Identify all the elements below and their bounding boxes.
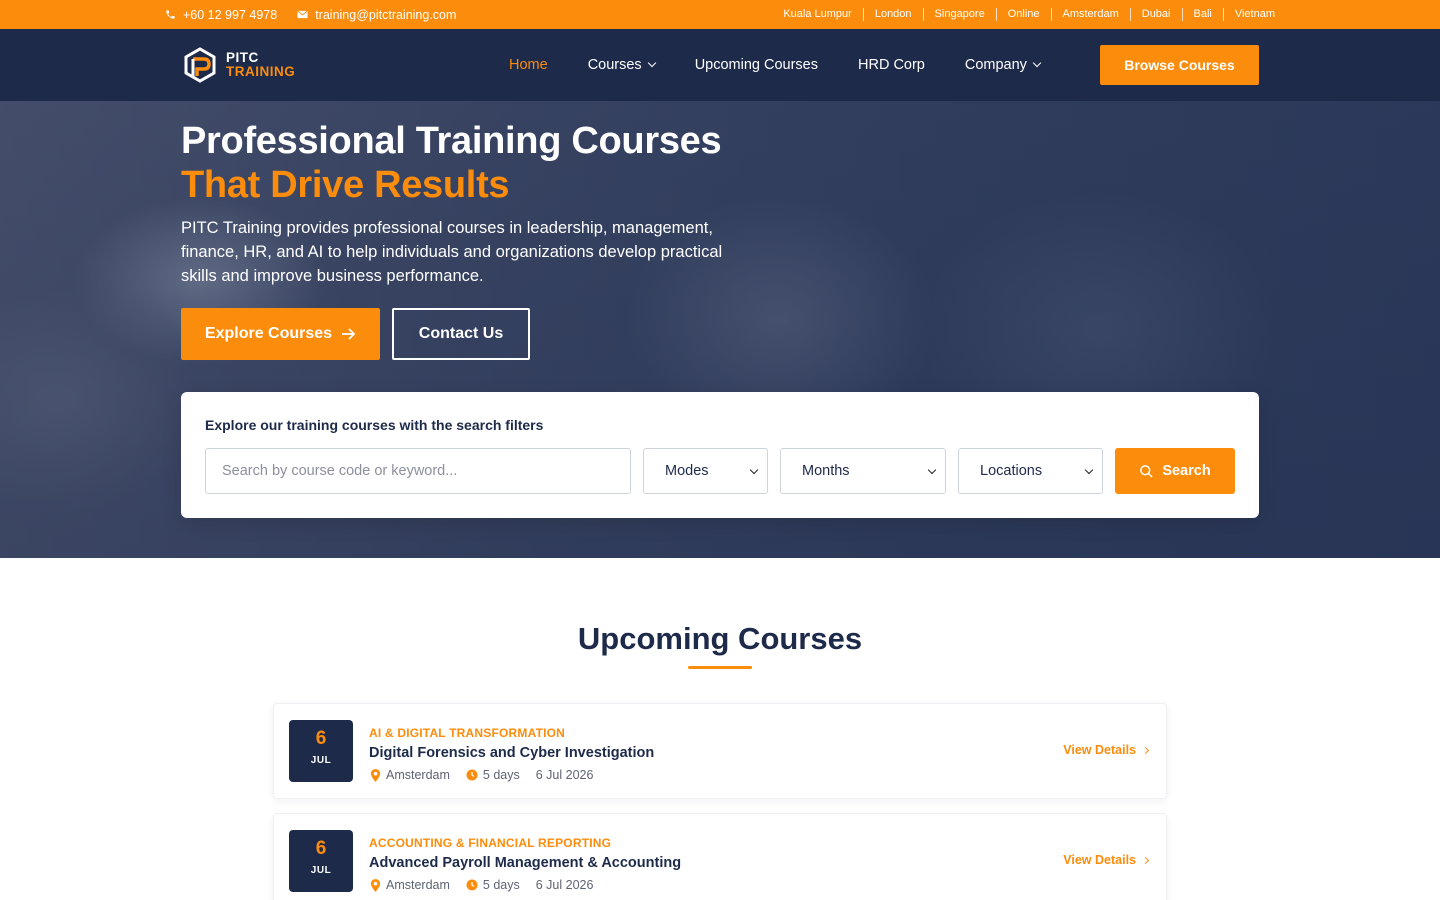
nav-item-courses[interactable]: Courses	[587, 57, 656, 73]
site-logo[interactable]: PITC TRAINING	[182, 45, 295, 85]
view-details-link[interactable]: View Details	[1063, 853, 1150, 867]
search-button[interactable]: Search	[1115, 448, 1235, 494]
location-link-bali[interactable]: Bali	[1181, 8, 1223, 21]
location-link-singapore[interactable]: Singapore	[922, 8, 996, 21]
contact-info: +60 12 997 4978 training@pitctraining.co…	[165, 0, 456, 29]
search-input[interactable]	[205, 448, 631, 494]
search-button-label: Search	[1162, 463, 1211, 479]
view-details-link[interactable]: View Details	[1063, 743, 1150, 757]
contact-us-button[interactable]: Contact Us	[392, 308, 530, 360]
course-category: ACCOUNTING & FINANCIAL REPORTING	[369, 836, 612, 850]
phone-icon	[166, 10, 175, 19]
location-link-online[interactable]: Online	[995, 8, 1051, 21]
view-details-label: View Details	[1063, 743, 1136, 757]
location-link-amsterdam[interactable]: Amsterdam	[1050, 8, 1130, 21]
course-month: JUL	[310, 865, 332, 876]
course-location-text: Amsterdam	[386, 878, 450, 892]
chevron-down-icon	[1032, 58, 1042, 68]
chevron-right-icon	[1141, 856, 1150, 864]
modes-select-value: Modes	[665, 463, 709, 479]
nav-label-upcoming: Upcoming Courses	[694, 57, 818, 73]
course-date-badge: 6 JUL	[289, 720, 353, 782]
course-meta: Amsterdam 5 days 6 Jul 2026	[370, 878, 609, 892]
chevron-down-icon	[927, 465, 937, 475]
search-panel: Explore our training courses with the se…	[181, 392, 1259, 518]
chevron-down-icon	[1084, 465, 1094, 475]
section-title-underline	[688, 666, 752, 669]
email-address: training@pitctraining.com	[315, 7, 457, 22]
location-pin-icon	[370, 768, 381, 782]
hero-title-line-2: That Drive Results	[181, 164, 510, 206]
nav-label-courses: Courses	[587, 57, 642, 73]
hero-section: Professional Training Courses That Drive…	[0, 101, 1440, 558]
nav-item-company[interactable]: Company	[964, 57, 1042, 73]
nav-menu: Home Courses Upcoming Courses HRD Corp C…	[509, 29, 1080, 101]
chevron-right-icon	[1141, 746, 1150, 754]
nav-label-home: Home	[509, 57, 548, 73]
main-nav: PITC TRAINING Home Courses Upcoming Cour…	[0, 29, 1440, 101]
course-card[interactable]: 6 JUL AI & DIGITAL TRANSFORMATION Digita…	[273, 703, 1167, 799]
course-month: JUL	[310, 755, 332, 766]
logo-line-2: TRAINING	[226, 64, 296, 79]
hero-description: PITC Training provides professional cour…	[181, 219, 723, 285]
hero-title-line-1: Professional Training Courses	[181, 120, 722, 162]
course-card[interactable]: 6 JUL ACCOUNTING & FINANCIAL REPORTING A…	[273, 813, 1167, 900]
course-duration: 5 days	[466, 768, 520, 782]
locations-select[interactable]: Locations	[958, 448, 1103, 494]
location-pin-icon	[370, 878, 381, 892]
nav-label-hrd: HRD Corp	[858, 57, 925, 73]
course-location-text: Amsterdam	[386, 768, 450, 782]
clock-icon	[466, 879, 478, 891]
location-link-kuala-lumpur[interactable]: Kuala Lumpur	[772, 8, 863, 21]
course-duration-text: 5 days	[482, 878, 520, 892]
course-day: 6	[315, 728, 327, 749]
logo-mark-icon	[184, 47, 216, 83]
modes-select[interactable]: Modes	[643, 448, 768, 494]
course-title[interactable]: Digital Forensics and Cyber Investigatio…	[369, 745, 654, 761]
chevron-down-icon	[749, 465, 759, 475]
months-select-value: Months	[802, 463, 850, 479]
section-title: Upcoming Courses	[577, 621, 863, 656]
course-location: Amsterdam	[370, 878, 450, 892]
logo-line-1: PITC	[226, 50, 259, 65]
phone-number: +60 12 997 4978	[183, 7, 278, 22]
course-category: AI & DIGITAL TRANSFORMATION	[369, 726, 566, 740]
course-date-badge: 6 JUL	[289, 830, 353, 892]
nav-item-upcoming-courses[interactable]: Upcoming Courses	[695, 57, 818, 73]
nav-item-hrd-corp[interactable]: HRD Corp	[858, 57, 925, 73]
view-details-label: View Details	[1063, 853, 1136, 867]
explore-label: Explore Courses	[204, 325, 333, 342]
phone-link[interactable]: +60 12 997 4978	[165, 8, 277, 22]
course-duration-text: 5 days	[482, 768, 520, 782]
hero-title: Professional Training Courses That Drive…	[181, 119, 722, 207]
location-link-dubai[interactable]: Dubai	[1129, 8, 1182, 21]
course-location: Amsterdam	[370, 768, 450, 782]
location-link-vietnam[interactable]: Vietnam	[1222, 8, 1275, 21]
course-title[interactable]: Advanced Payroll Management & Accounting	[369, 855, 681, 871]
locations-select-value: Locations	[980, 463, 1043, 479]
location-link-london[interactable]: London	[862, 8, 923, 21]
search-panel-label: Explore our training courses with the se…	[205, 417, 544, 433]
course-duration: 5 days	[466, 878, 520, 892]
browse-courses-button[interactable]: Browse Courses	[1100, 45, 1259, 85]
course-date-text: 6 Jul 2026	[535, 768, 594, 782]
nav-item-home[interactable]: Home	[509, 57, 548, 73]
arrow-right-icon	[342, 328, 356, 340]
clock-icon	[466, 769, 478, 781]
mail-icon	[297, 10, 308, 19]
top-bar: +60 12 997 4978 training@pitctraining.co…	[0, 0, 1440, 29]
chevron-down-icon	[647, 58, 656, 68]
search-icon	[1140, 464, 1153, 478]
location-links: Kuala Lumpur London Singapore Online Ams…	[772, 0, 1275, 29]
nav-label-company: Company	[964, 57, 1027, 73]
email-link[interactable]: training@pitctraining.com	[297, 8, 456, 22]
course-meta: Amsterdam 5 days 6 Jul 2026	[370, 768, 609, 782]
logo-text: PITC TRAINING	[226, 51, 295, 79]
course-day: 6	[315, 838, 327, 859]
months-select[interactable]: Months	[780, 448, 946, 494]
explore-courses-button[interactable]: Explore Courses	[181, 308, 380, 360]
course-date-text: 6 Jul 2026	[535, 878, 594, 892]
